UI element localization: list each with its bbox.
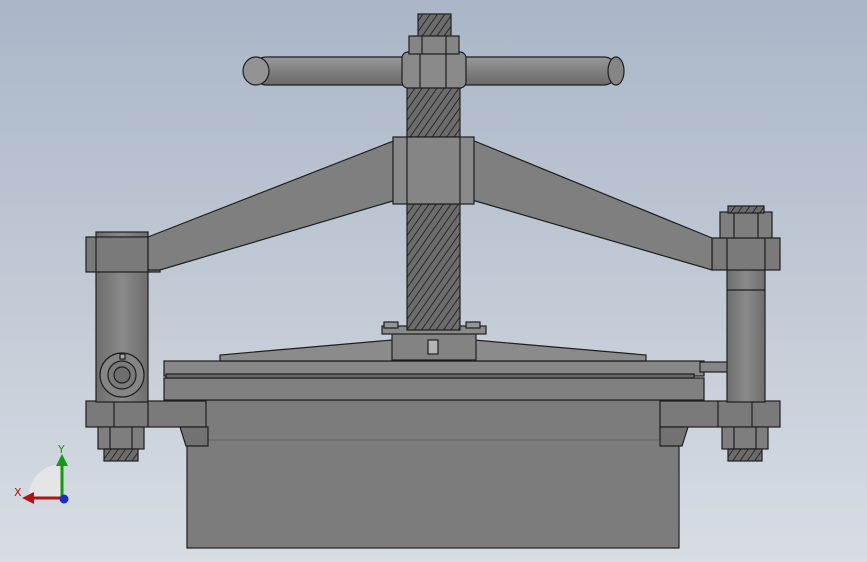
y-axis-label: Y — [57, 443, 65, 456]
top-nut[interactable] — [408, 13, 460, 55]
left-flange[interactable] — [85, 400, 207, 428]
hinge-pin[interactable] — [99, 352, 145, 398]
yoke-right-arm[interactable] — [471, 139, 713, 271]
right-flange[interactable] — [659, 400, 781, 428]
x-axis-label: X — [14, 486, 22, 499]
handle-hub[interactable] — [401, 51, 467, 89]
base-body[interactable] — [186, 399, 680, 549]
base-ring[interactable] — [163, 377, 705, 401]
right-bottom-nut[interactable] — [721, 426, 769, 462]
lead-screw[interactable] — [406, 85, 461, 331]
left-bottom-nut[interactable] — [97, 426, 145, 462]
z-axis-dot — [59, 494, 69, 504]
right-top-nut[interactable] — [719, 205, 773, 239]
boss-bolt[interactable] — [465, 321, 481, 329]
coordinate-triad: X Y — [14, 443, 69, 504]
cad-graphics-viewport[interactable] — [0, 0, 867, 562]
boss-bolt[interactable] — [383, 321, 399, 329]
yoke-left-arm[interactable] — [147, 139, 397, 271]
